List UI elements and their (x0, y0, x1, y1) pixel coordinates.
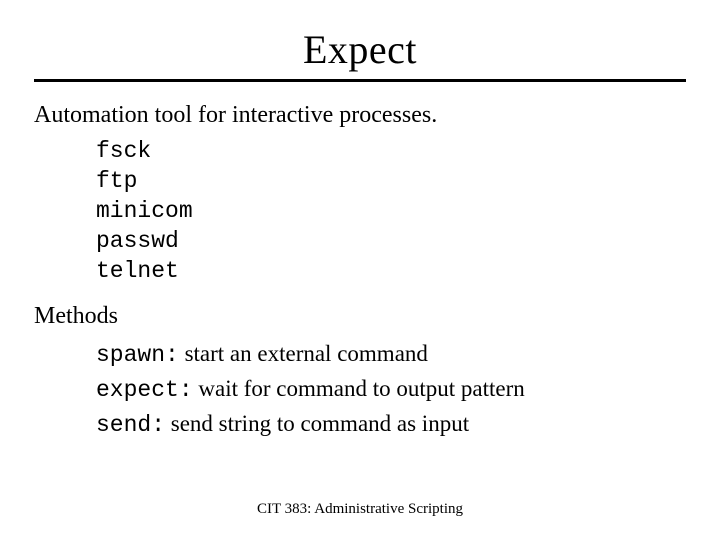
tool-item: fsck (96, 137, 686, 167)
slide-footer: CIT 383: Administrative Scripting (0, 501, 720, 518)
method-name: send: (96, 412, 165, 438)
subtitle: Automation tool for interactive processe… (34, 100, 686, 131)
method-desc: start an external command (179, 341, 428, 366)
slide: Expect Automation tool for interactive p… (0, 0, 720, 540)
method-name: spawn: (96, 342, 179, 368)
tool-item: telnet (96, 257, 686, 287)
method-row: expect: wait for command to output patte… (96, 373, 686, 406)
method-row: spawn: start an external command (96, 338, 686, 371)
tool-item: ftp (96, 167, 686, 197)
slide-body: Automation tool for interactive processe… (34, 100, 686, 441)
method-desc: send string to command as input (165, 411, 469, 436)
tool-item: minicom (96, 197, 686, 227)
tool-list: fsck ftp minicom passwd telnet (96, 137, 686, 286)
methods-heading: Methods (34, 301, 686, 332)
method-name: expect: (96, 377, 193, 403)
tool-item: passwd (96, 227, 686, 257)
title-rule (34, 79, 686, 82)
page-title: Expect (34, 26, 686, 73)
method-desc: wait for command to output pattern (193, 376, 525, 401)
method-row: send: send string to command as input (96, 408, 686, 441)
methods-list: spawn: start an external command expect:… (96, 338, 686, 441)
